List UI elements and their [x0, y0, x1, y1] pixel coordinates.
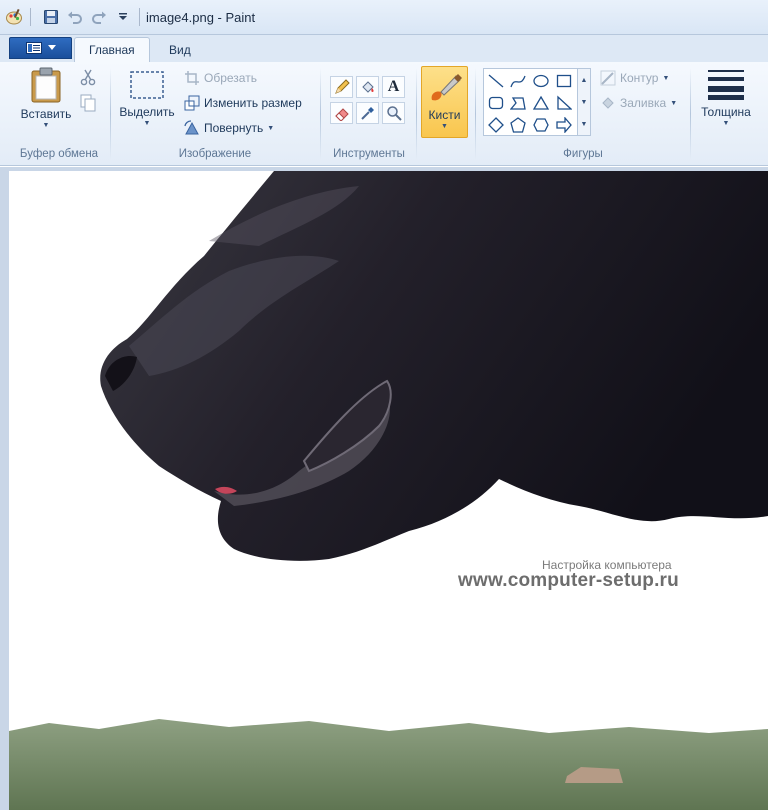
ribbon-home: Вставить ▼ Буфер обмена Выделить ▼ Обрез…: [0, 62, 768, 166]
line-thickness-icon: [708, 70, 744, 100]
outline-button[interactable]: Контур ▼: [600, 70, 669, 86]
rounded-rectangle-shape-icon[interactable]: [487, 94, 505, 112]
magnifier-tool[interactable]: [382, 102, 405, 124]
right-arrow-shape-icon[interactable]: [555, 116, 573, 134]
chevron-down-icon[interactable]: ▼: [581, 99, 588, 106]
color-picker-icon: [360, 107, 374, 120]
fill-button[interactable]: Заливка ▼: [600, 95, 677, 111]
shapes-gallery-scroll[interactable]: ▲ ▼ ▼: [578, 68, 591, 136]
outline-dropdown-caret[interactable]: ▼: [662, 75, 669, 83]
rotate-button[interactable]: Повернуть ▼: [184, 120, 274, 136]
group-separator: [110, 68, 111, 160]
gallery-expand-icon[interactable]: ▼: [581, 121, 588, 128]
magnifier-icon: [386, 106, 402, 121]
right-triangle-shape-icon[interactable]: [555, 94, 573, 112]
text-icon: A: [387, 78, 400, 95]
eraser-icon: [334, 108, 349, 121]
group-separator: [690, 68, 691, 160]
brushes-dropdown-caret[interactable]: ▼: [441, 123, 448, 131]
redo-icon[interactable]: [89, 7, 109, 27]
image-group-label: Изображение: [178, 148, 252, 160]
document-menu-icon: [25, 42, 42, 54]
pentagon-shape-icon[interactable]: [509, 116, 527, 134]
fill-icon: [602, 97, 614, 109]
rectangle-shape-icon[interactable]: [555, 72, 573, 90]
fill-tool[interactable]: [356, 76, 379, 98]
scissors-icon[interactable]: [80, 68, 96, 89]
rotate-icon: [184, 120, 199, 135]
save-icon[interactable]: [41, 7, 61, 27]
text-tool[interactable]: A: [382, 76, 405, 98]
shapes-group-label: Фигуры: [563, 148, 603, 160]
paint-app-icon[interactable]: [4, 7, 24, 27]
title-separator: [30, 8, 31, 26]
group-separator: [475, 68, 476, 160]
clipboard-group-label: Буфер обмена: [19, 148, 99, 160]
title-separator: [139, 8, 140, 26]
crop-label: Обрезать: [204, 71, 257, 85]
pencil-icon: [334, 79, 350, 94]
select-dropdown-caret[interactable]: ▼: [144, 120, 151, 128]
ribbon-tab-strip: Главная Вид: [0, 35, 768, 62]
line-shape-icon[interactable]: [487, 72, 505, 90]
selection-rectangle-icon: [130, 71, 164, 99]
select-label: Выделить: [119, 105, 175, 119]
hexagon-shape-icon[interactable]: [532, 116, 550, 134]
clipboard-icon: [31, 67, 61, 103]
chevron-down-icon: [47, 45, 56, 50]
curve-shape-icon[interactable]: [509, 72, 527, 90]
watermark-url: www.computer-setup.ru: [458, 570, 679, 591]
paste-dropdown-caret[interactable]: ▼: [43, 122, 50, 130]
dropdown-caret-icon[interactable]: [113, 7, 133, 27]
resize-label: Изменить размер: [204, 96, 302, 110]
animal-head-image: [9, 171, 768, 810]
fill-label: Заливка: [620, 96, 667, 110]
pencil-tool[interactable]: [330, 76, 353, 98]
paste-label: Вставить: [20, 107, 72, 121]
chevron-up-icon[interactable]: ▲: [581, 77, 588, 84]
crop-button[interactable]: Обрезать: [184, 70, 257, 86]
thickness-label: Толщина: [701, 105, 751, 119]
resize-icon: [184, 95, 200, 111]
select-button[interactable]: Выделить ▼: [115, 70, 179, 128]
brushes-button[interactable]: Кисти ▼: [421, 66, 468, 138]
window-title: image4.png - Paint: [146, 9, 256, 25]
fill-dropdown-caret[interactable]: ▼: [670, 100, 677, 108]
canvas-workspace: Настройка компьютера www.computer-setup.…: [0, 167, 768, 810]
group-separator: [416, 68, 417, 160]
group-separator: [320, 68, 321, 160]
outline-label: Контур: [620, 71, 659, 85]
fill-bucket-icon: [361, 81, 374, 93]
copy-icon[interactable]: [80, 94, 96, 115]
title-bar: image4.png - Paint: [0, 0, 768, 35]
polygon-shape-icon[interactable]: [509, 94, 527, 112]
tab-view[interactable]: Вид: [155, 37, 205, 62]
triangle-shape-icon[interactable]: [532, 94, 550, 112]
color-picker-tool[interactable]: [356, 102, 379, 124]
oval-shape-icon[interactable]: [532, 72, 550, 90]
shapes-gallery: [483, 68, 578, 136]
brush-icon: [431, 74, 462, 101]
tab-home[interactable]: Главная: [74, 37, 150, 62]
thickness-button[interactable]: Толщина ▼: [694, 68, 758, 128]
paste-button[interactable]: Вставить ▼: [14, 66, 78, 130]
thickness-dropdown-caret[interactable]: ▼: [723, 120, 730, 128]
crop-icon: [185, 71, 199, 85]
outline-brush-icon: [600, 70, 616, 86]
drawing-canvas[interactable]: Настройка компьютера www.computer-setup.…: [9, 171, 768, 810]
undo-icon[interactable]: [65, 7, 85, 27]
eraser-tool[interactable]: [330, 102, 353, 124]
tools-group-label: Инструменты: [333, 148, 405, 160]
rotate-dropdown-caret[interactable]: ▼: [267, 125, 274, 133]
paint-menu-button[interactable]: [9, 37, 72, 59]
resize-button[interactable]: Изменить размер: [184, 95, 302, 111]
rotate-label: Повернуть: [204, 121, 264, 135]
diamond-shape-icon[interactable]: [487, 116, 505, 134]
brushes-label: Кисти: [428, 108, 461, 122]
